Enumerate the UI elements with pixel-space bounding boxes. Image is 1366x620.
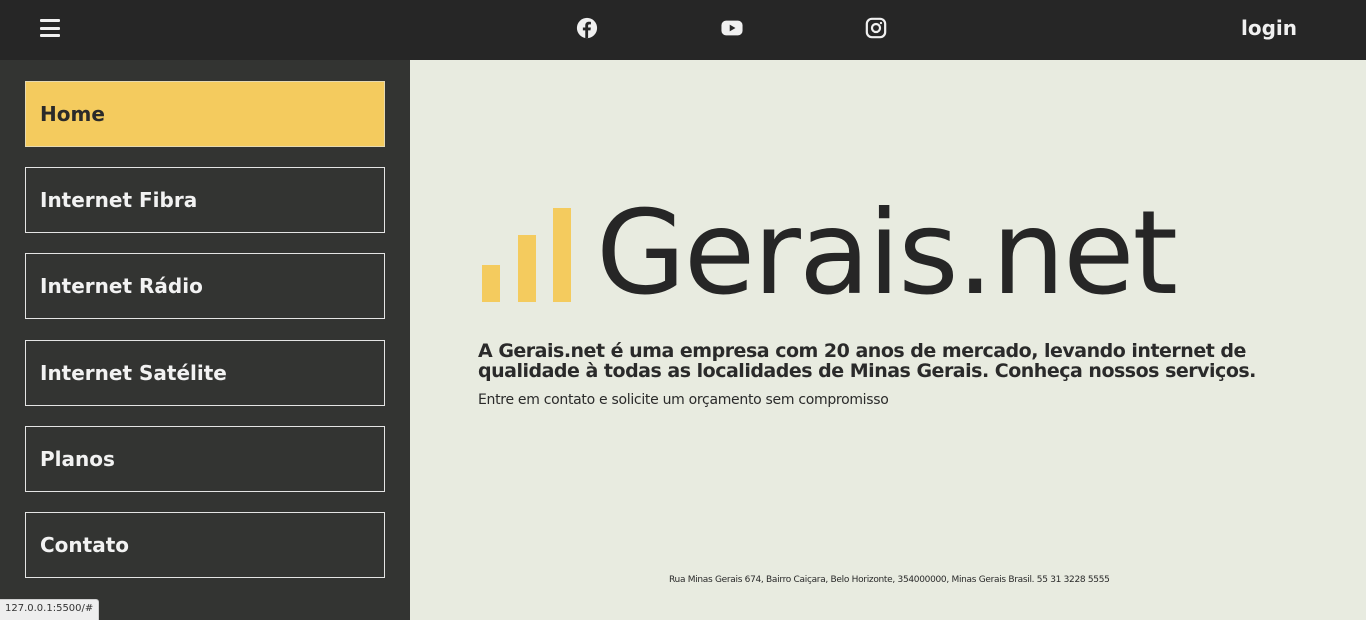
company-tagline: A Gerais.net é uma empresa com 20 anos d…: [478, 340, 1256, 382]
status-bar-url: 127.0.0.1:5500/#: [0, 599, 100, 620]
footer-address: Rua Minas Gerais 674, Bairro Caiçara, Be…: [669, 575, 1110, 585]
sidebar-item-internet-satelite[interactable]: Internet Satélite: [25, 340, 385, 406]
login-link[interactable]: login: [1241, 16, 1297, 40]
sidebar-item-internet-radio[interactable]: Internet Rádio: [25, 253, 385, 319]
sidebar-item-home[interactable]: Home: [25, 81, 385, 147]
youtube-icon[interactable]: [721, 17, 743, 39]
top-navbar: login: [0, 0, 1366, 60]
sidebar-item-planos[interactable]: Planos: [25, 426, 385, 492]
logo-text: Gerais.net: [596, 186, 1178, 321]
signal-bars-icon: [482, 202, 577, 302]
instagram-icon[interactable]: [865, 17, 887, 39]
sidebar-item-internet-fibra[interactable]: Internet Fibra: [25, 167, 385, 233]
hamburger-menu-icon[interactable]: [40, 19, 60, 37]
main-content: Gerais.net A Gerais.net é uma empresa co…: [410, 60, 1366, 620]
contact-cta-text: Entre em contato e solicite um orçamento…: [478, 392, 889, 408]
gerais-net-logo: Gerais.net: [482, 186, 1182, 321]
sidebar-nav: Home Internet Fibra Internet Rádio Inter…: [0, 60, 410, 620]
sidebar-item-contato[interactable]: Contato: [25, 512, 385, 578]
facebook-icon[interactable]: [576, 17, 598, 39]
